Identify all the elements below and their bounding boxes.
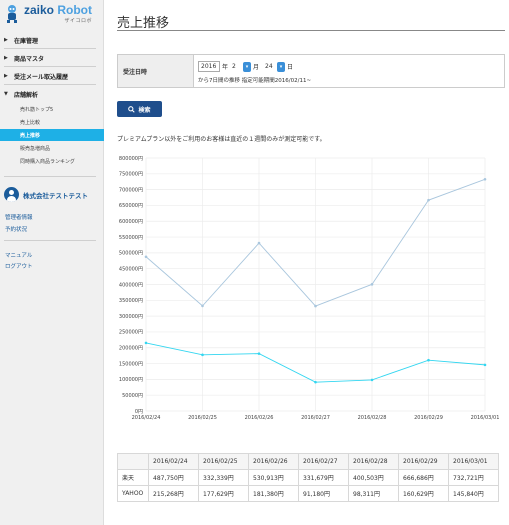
x-tick-label: 2016/02/29 [414, 415, 443, 421]
y-tick-label: 650000円 [119, 203, 143, 209]
y-tick-label: 250000円 [119, 330, 143, 336]
y-tick-label: 150000円 [119, 361, 143, 367]
y-tick-label: 550000円 [119, 235, 143, 241]
table-header-cell: 2016/02/29 [398, 453, 449, 470]
table-cell: 332,339円 [198, 469, 249, 486]
y-tick-label: 450000円 [119, 266, 143, 272]
y-tick-label: 350000円 [119, 298, 143, 304]
table-row: 楽天 487,750円 332,339円 530,913円 331,679円 4… [117, 469, 499, 486]
table-cell: 331,679円 [298, 469, 349, 486]
y-tick-label: 500000円 [119, 251, 143, 257]
data-point [314, 380, 317, 384]
table-header-cell: 2016/03/01 [448, 453, 499, 470]
y-tick-label: 700000円 [119, 187, 143, 193]
table-cell: 487,750円 [148, 469, 199, 486]
y-tick-label: 0円 [135, 409, 143, 415]
y-tick-label: 600000円 [119, 219, 143, 225]
table-cell: YAHOO [117, 485, 149, 502]
table-cell: 145,840円 [448, 485, 499, 502]
y-tick-label: 750000円 [119, 172, 143, 178]
x-tick-label: 2016/02/28 [358, 415, 387, 421]
table-cell: 160,629円 [398, 485, 449, 502]
table-cell: 215,268円 [148, 485, 199, 502]
sales-trend-chart: 0円 50000円 100000円 150000円 200000円 250000円 3000… [119, 156, 500, 421]
sales-table: 2016/02/24 2016/02/25 2016/02/26 2016/02… [117, 453, 499, 502]
data-point [427, 358, 430, 362]
table-header-cell: 2016/02/25 [198, 453, 249, 470]
table-cell: 楽天 [117, 469, 149, 486]
table-header-row: 2016/02/24 2016/02/25 2016/02/26 2016/02… [117, 453, 499, 470]
table-cell: 530,913円 [248, 469, 299, 486]
table-cell: 732,721円 [448, 469, 499, 486]
table-cell: 181,380円 [248, 485, 299, 502]
data-point [144, 341, 148, 345]
data-point [201, 304, 204, 308]
data-point [370, 283, 374, 286]
table-cell: 91,180円 [298, 485, 349, 502]
table-cell: 98,311円 [348, 485, 399, 502]
y-tick-label: 50000円 [122, 393, 143, 399]
table-cell: 400,503円 [348, 469, 399, 486]
y-tick-label: 200000円 [119, 346, 143, 352]
data-point [144, 255, 148, 259]
x-tick-label: 2016/02/25 [188, 415, 217, 421]
table-row: YAHOO 215,268円 177,629円 181,380円 91,180円… [117, 485, 499, 502]
x-tick-label: 2016/02/26 [245, 415, 274, 421]
data-point [483, 363, 487, 367]
table-header-cell [117, 453, 149, 470]
y-tick-label: 800000円 [119, 156, 143, 162]
data-point [257, 352, 261, 355]
data-point [257, 241, 261, 245]
table-header-cell: 2016/02/26 [248, 453, 299, 470]
data-point [483, 177, 487, 181]
table-header-cell: 2016/02/24 [148, 453, 199, 470]
x-tick-label: 2016/02/24 [132, 415, 161, 421]
table-cell: 177,629円 [198, 485, 249, 502]
table-header-cell: 2016/02/27 [298, 453, 349, 470]
table-cell: 666,686円 [398, 469, 449, 486]
y-tick-label: 400000円 [119, 282, 143, 288]
table-header-cell: 2016/02/28 [348, 453, 399, 470]
x-tick-label: 2016/02/27 [301, 415, 330, 421]
data-point [370, 378, 374, 382]
y-tick-label: 100000円 [119, 377, 143, 383]
data-point [314, 304, 317, 308]
x-tick-label: 2016/03/01 [471, 415, 500, 421]
data-point [201, 353, 204, 357]
y-tick-label: 300000円 [119, 314, 143, 320]
data-point [427, 198, 430, 202]
